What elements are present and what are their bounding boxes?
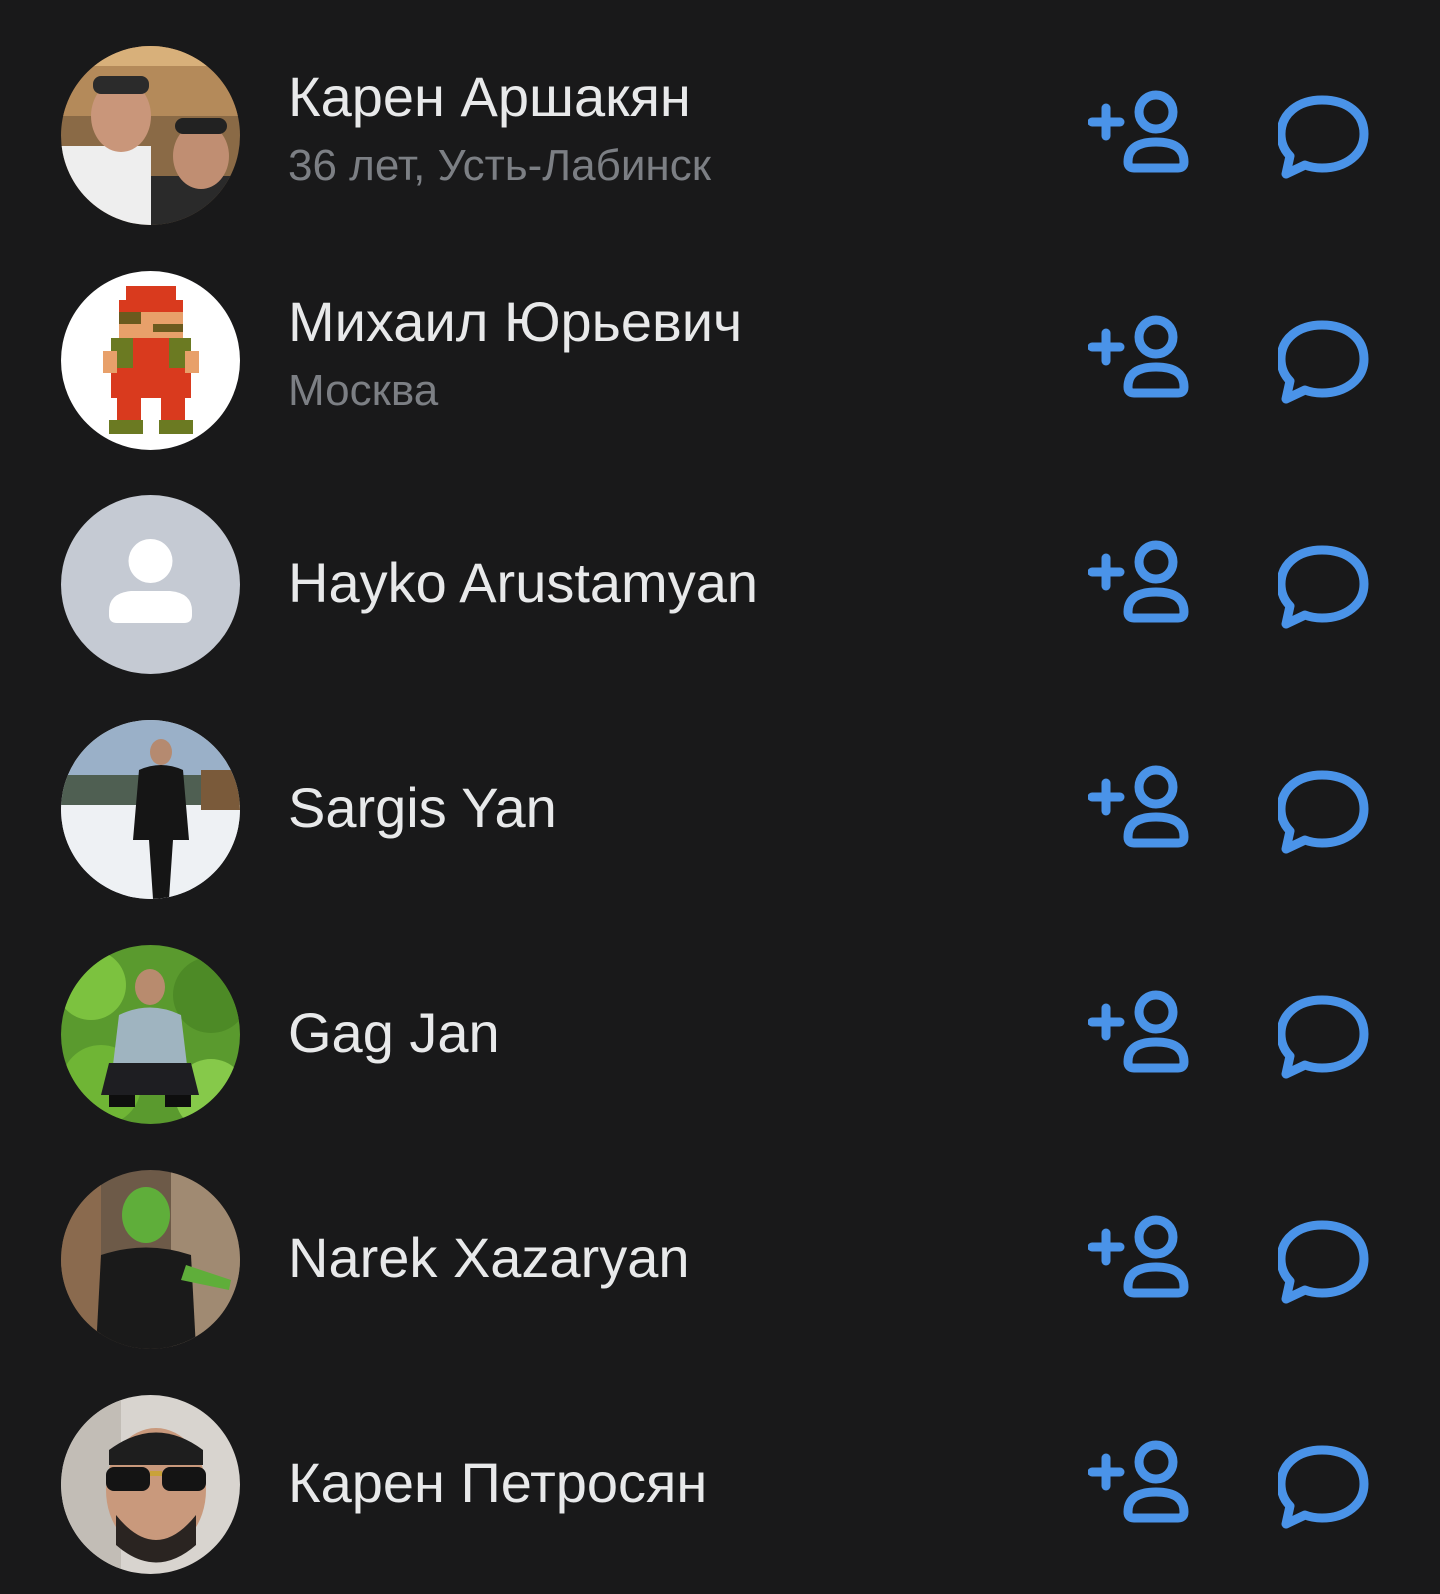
user-row[interactable]: Михаил Юрьевич Москва <box>0 247 1440 472</box>
message-button[interactable] <box>1278 1444 1388 1544</box>
user-subtitle: Москва <box>288 366 439 415</box>
message-icon <box>1278 770 1369 854</box>
add-friend-button[interactable] <box>1088 990 1198 1090</box>
add-friend-icon <box>1088 90 1189 173</box>
message-icon <box>1278 1220 1369 1304</box>
add-friend-icon <box>1088 540 1189 623</box>
add-friend-icon <box>1088 1440 1189 1523</box>
add-friend-button[interactable] <box>1088 765 1198 865</box>
avatar[interactable] <box>61 1170 240 1349</box>
user-name: Hayko Arustamyan <box>288 551 758 614</box>
user-name: Карен Петросян <box>288 1451 708 1514</box>
user-row[interactable]: Narek Xazaryan <box>0 1147 1440 1372</box>
user-row[interactable]: Gag Jan <box>0 922 1440 1147</box>
message-icon <box>1278 320 1369 404</box>
user-row[interactable]: Карен Петросян <box>0 1372 1440 1594</box>
add-friend-icon <box>1088 315 1189 398</box>
user-subtitle: 36 лет, Усть-Лабинск <box>288 141 711 190</box>
message-button[interactable] <box>1278 544 1388 644</box>
user-name: Карен Аршакян <box>288 65 691 128</box>
message-icon <box>1278 995 1369 1079</box>
add-friend-button[interactable] <box>1088 1440 1198 1540</box>
user-name: Sargis Yan <box>288 776 557 839</box>
add-friend-icon <box>1088 990 1189 1073</box>
add-friend-icon <box>1088 1215 1189 1298</box>
user-name: Narek Xazaryan <box>288 1226 690 1289</box>
add-friend-button[interactable] <box>1088 1215 1198 1315</box>
add-friend-button[interactable] <box>1088 90 1198 190</box>
avatar[interactable] <box>61 271 240 450</box>
avatar[interactable] <box>61 46 240 225</box>
message-button[interactable] <box>1278 1219 1388 1319</box>
add-friend-button[interactable] <box>1088 540 1198 640</box>
avatar[interactable] <box>61 945 240 1124</box>
message-icon <box>1278 545 1369 629</box>
add-friend-icon <box>1088 765 1189 848</box>
user-list: Карен Аршакян 36 лет, Усть-Лабинск Михаи… <box>0 0 1440 1594</box>
user-name: Михаил Юрьевич <box>288 290 743 353</box>
message-button[interactable] <box>1278 994 1388 1094</box>
message-button[interactable] <box>1278 94 1388 194</box>
add-friend-button[interactable] <box>1088 315 1198 415</box>
message-icon <box>1278 1445 1369 1529</box>
user-row[interactable]: Карен Аршакян 36 лет, Усть-Лабинск <box>0 22 1440 247</box>
avatar[interactable] <box>61 1395 240 1574</box>
avatar[interactable] <box>61 495 240 674</box>
message-button[interactable] <box>1278 319 1388 419</box>
message-icon <box>1278 95 1369 179</box>
user-name: Gag Jan <box>288 1001 500 1064</box>
user-row[interactable]: Sargis Yan <box>0 697 1440 922</box>
message-button[interactable] <box>1278 769 1388 869</box>
user-row[interactable]: Hayko Arustamyan <box>0 472 1440 697</box>
avatar[interactable] <box>61 720 240 899</box>
